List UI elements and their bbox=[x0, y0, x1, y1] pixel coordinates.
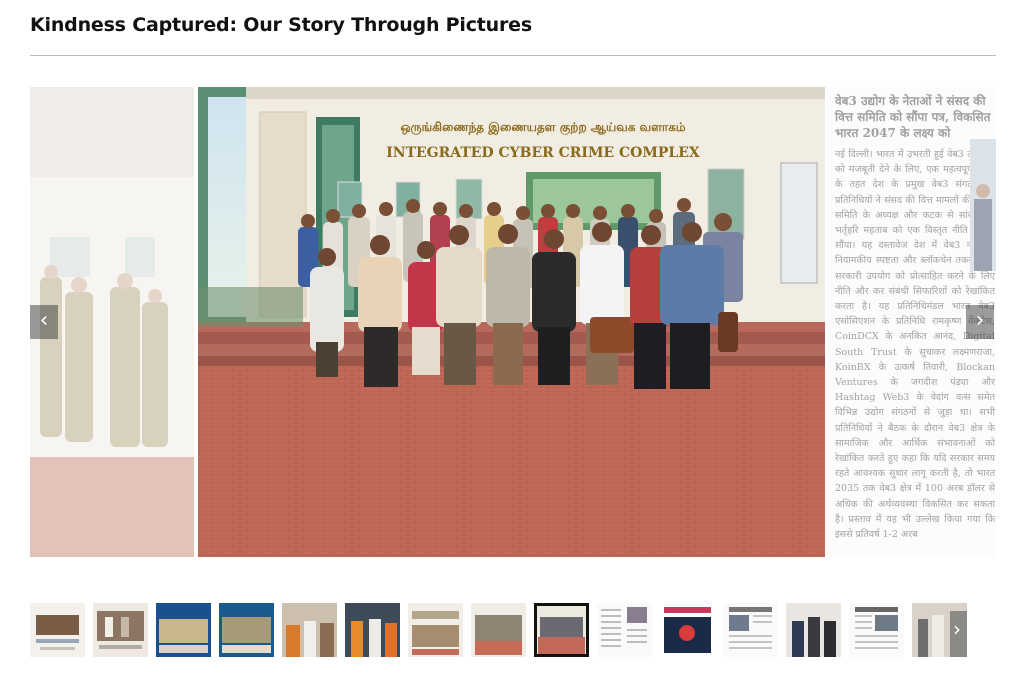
thumbnail-2[interactable] bbox=[93, 603, 148, 657]
photo-slider[interactable]: ஒருங்கிணைந்த இணையதள குற்ற ஆய்வக வளாகம் I… bbox=[30, 87, 996, 557]
thumbnail-3[interactable] bbox=[156, 603, 211, 657]
title-divider bbox=[30, 55, 996, 56]
thumbnail-8[interactable] bbox=[471, 603, 526, 657]
thumbnail-9-active[interactable] bbox=[534, 603, 589, 657]
thumbnail-13[interactable] bbox=[786, 603, 841, 657]
thumbnail-5[interactable] bbox=[282, 603, 337, 657]
thumbnail-15[interactable]: › bbox=[912, 603, 967, 657]
chevron-right-icon: › bbox=[975, 308, 985, 333]
chevron-left-icon: ‹ bbox=[39, 308, 49, 333]
thumbnail-6[interactable] bbox=[345, 603, 400, 657]
cyber-crime-complex-group-photo: ஒருங்கிணைந்த இணையதள குற்ற ஆய்வக வளாகம் I… bbox=[198, 87, 825, 557]
slider-prev-button[interactable]: ‹ bbox=[30, 305, 58, 339]
thumbnail-4[interactable] bbox=[219, 603, 274, 657]
slider-next-button[interactable]: › bbox=[966, 305, 994, 339]
slide-active[interactable]: ஒருங்கிணைந்த இணையதள குற்ற ஆய்வக வளாகம் I… bbox=[198, 87, 825, 557]
thumbnail-strip: › bbox=[30, 603, 996, 659]
news-headline: वेब3 उद्योग के नेताओं ने संसद की वित्त स… bbox=[835, 94, 991, 140]
svg-text:ஒருங்கிணைந்த இணையதள குற்ற ஆய்வ: ஒருங்கிணைந்த இணையதள குற்ற ஆய்வக வளாகம் bbox=[400, 120, 685, 135]
svg-text:INTEGRATED CYBER CRIME COMPLEX: INTEGRATED CYBER CRIME COMPLEX bbox=[386, 145, 700, 161]
thumbnail-11[interactable] bbox=[660, 603, 715, 657]
thumbnail-7[interactable] bbox=[408, 603, 463, 657]
thumbnail-12[interactable] bbox=[723, 603, 778, 657]
news-photo bbox=[970, 139, 996, 271]
page-title: Kindness Captured: Our Story Through Pic… bbox=[30, 14, 532, 36]
thumbnail-10[interactable] bbox=[597, 603, 652, 657]
chevron-right-icon[interactable]: › bbox=[953, 617, 961, 641]
thumbnail-1[interactable] bbox=[30, 603, 85, 657]
thumbnail-14[interactable] bbox=[849, 603, 904, 657]
